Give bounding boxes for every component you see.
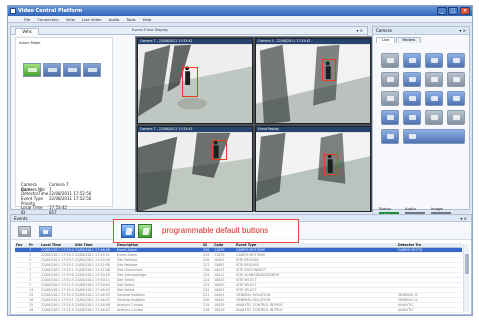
preset-icon[interactable] xyxy=(425,72,443,87)
refresh-icon[interactable] xyxy=(447,53,465,68)
detection-box xyxy=(322,59,336,81)
maximize-button[interactable]: □ xyxy=(448,7,458,15)
alarm-mode-button-1[interactable] xyxy=(23,63,41,77)
programmable-buttons-label: programmable default buttons xyxy=(162,226,269,235)
programmable-default-button-1[interactable] xyxy=(121,224,135,238)
iris-icon[interactable] xyxy=(425,110,443,125)
camera-tile-1[interactable]: Camera 7 - 22/08/2011 17:53:42 xyxy=(137,38,253,124)
mode-icon xyxy=(68,68,77,72)
alarm-mode-label: Alarm Mode xyxy=(19,41,41,45)
alarm-info-column: Alarm Mode Camera Name Camera 7 Camera Nb… xyxy=(15,37,113,215)
zoom-icon[interactable] xyxy=(425,91,443,106)
application-window: Video Central Platform _ □ × File Connec… xyxy=(7,5,473,316)
video-display-title: Event If Vue Display xyxy=(132,28,168,32)
camera-panel-tabs: Live Review xyxy=(376,37,422,43)
workspace-tab[interactable]: Vehs xyxy=(15,28,39,35)
camera-view-image xyxy=(256,44,370,123)
mode-icon xyxy=(88,68,97,72)
left-icon[interactable] xyxy=(381,91,399,106)
camera-panel-title: Camera xyxy=(376,28,392,33)
mode-icon xyxy=(48,68,57,72)
tab-live[interactable]: Live xyxy=(376,37,396,43)
camera-tile-3[interactable]: Camera 7 - 22/08/2011 17:53:42 xyxy=(137,126,253,212)
title-bar: Video Central Platform _ □ × xyxy=(8,6,472,16)
detection-box xyxy=(182,67,198,97)
tab-review[interactable]: Review xyxy=(396,37,422,43)
camera-view-image xyxy=(256,132,370,211)
camera-panel-header: Camera ▾ × xyxy=(373,27,469,35)
menu-view[interactable]: View xyxy=(66,17,75,22)
aux-icon[interactable] xyxy=(447,110,465,125)
minimize-button[interactable]: _ xyxy=(437,7,447,15)
focus-icon[interactable] xyxy=(403,110,421,125)
menu-bar: File Connection View Live Video Audio To… xyxy=(8,16,472,23)
record-icon[interactable] xyxy=(425,53,443,68)
camera-view-image xyxy=(138,132,252,211)
table-row[interactable]: 16 22/08/2011 17:51:50 22/08/2011 17:46:42… xyxy=(15,308,462,313)
pan-icon[interactable] xyxy=(381,72,399,87)
pause-icon[interactable] xyxy=(403,72,421,87)
scrollbar-thumb[interactable] xyxy=(465,254,469,274)
events-tool-button-1[interactable] xyxy=(18,226,31,237)
menu-connection[interactable]: Connection xyxy=(37,17,58,22)
workspace-tab-strip: Vehs ▾ × xyxy=(11,27,367,35)
events-tool-button-2[interactable] xyxy=(39,226,52,237)
window-title: Video Central Platform xyxy=(18,8,83,14)
stop-icon[interactable] xyxy=(403,91,421,106)
detection-box xyxy=(212,140,227,160)
events-title: Events xyxy=(14,216,28,221)
home-icon[interactable] xyxy=(447,91,465,106)
camera-control-panel: Camera ▾ × Live Review Status Audio Imag… xyxy=(372,26,470,218)
mode-icon xyxy=(28,68,37,72)
workspace-panel-controls[interactable]: ▾ × xyxy=(356,28,363,33)
events-panel-controls[interactable]: ▾ × xyxy=(460,216,467,221)
menu-tools[interactable]: Tools xyxy=(126,17,135,22)
programmable-buttons-callout: programmable default buttons xyxy=(113,219,299,243)
camera-tile-4[interactable]: Event Replay xyxy=(255,126,371,212)
wide-control-icon[interactable] xyxy=(403,129,465,144)
snapshot-icon[interactable] xyxy=(403,53,421,68)
menu-file[interactable]: File xyxy=(24,17,30,22)
close-button[interactable]: × xyxy=(460,7,470,15)
camera-tile-2[interactable]: Camera 5 - 22/08/2011 17:53:42 xyxy=(255,38,371,124)
menu-help[interactable]: Help xyxy=(143,17,152,22)
rotate-icon[interactable] xyxy=(381,110,399,125)
camera-info-table: Camera Name Camera 7 Camera Nbr 7 Detector… xyxy=(21,182,107,216)
programmable-default-button-2[interactable] xyxy=(138,224,152,238)
menu-audio[interactable]: Audio xyxy=(108,17,119,22)
ptz-control-grid xyxy=(381,53,465,144)
events-scrollbar[interactable] xyxy=(463,244,469,312)
pattern-icon[interactable] xyxy=(447,72,465,87)
camera-panel-controls[interactable]: ▾ × xyxy=(459,28,466,33)
detection-box xyxy=(324,154,338,175)
app-icon xyxy=(10,8,16,14)
video-display-grid: Camera 7 - 22/08/2011 17:53:42 Camera 5 … xyxy=(135,36,373,212)
alarm-mode-button-4[interactable] xyxy=(83,63,101,77)
camera-icon[interactable] xyxy=(381,53,399,68)
alarm-mode-button-3[interactable] xyxy=(63,63,81,77)
events-table: Fav Pr Local Time Site Time Description ID Cod… xyxy=(15,243,462,313)
menu-live-video[interactable]: Live Video xyxy=(82,17,102,22)
alarm-mode-button-2[interactable] xyxy=(43,63,61,77)
settings-icon[interactable] xyxy=(381,129,399,144)
